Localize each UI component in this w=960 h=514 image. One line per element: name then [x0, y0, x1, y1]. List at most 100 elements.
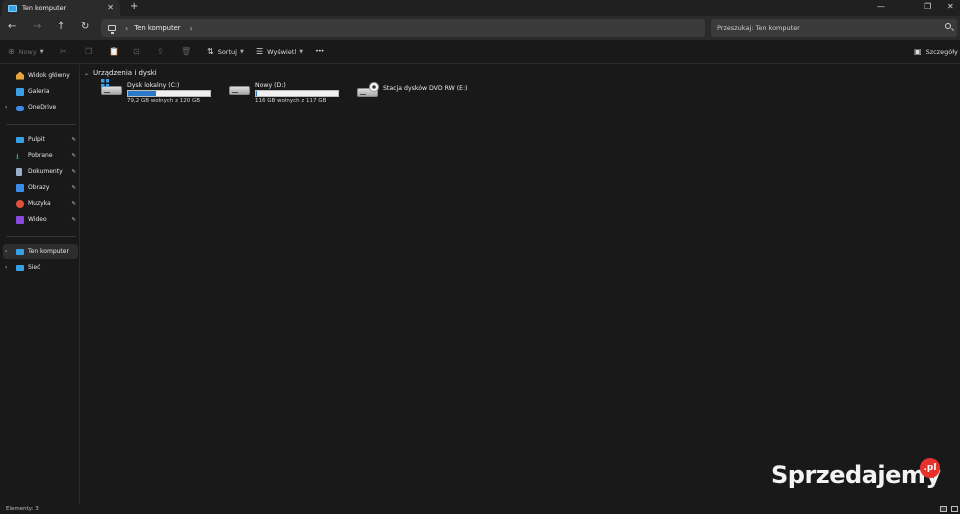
- details-pane-icon: ▣: [914, 47, 922, 56]
- drive-usage-fill: [128, 91, 156, 96]
- details-button[interactable]: ▣ Szczegóły: [914, 47, 958, 56]
- sidebar-item-onedrive[interactable]: › OneDrive: [3, 100, 78, 115]
- item-count: Elementy: 3: [6, 506, 39, 512]
- pin-icon[interactable]: ✎: [71, 201, 76, 207]
- sidebar-item-desktop[interactable]: Pulpit ✎: [3, 132, 78, 147]
- sidebar-item-label: Ten komputer: [28, 248, 69, 255]
- details-view-icon[interactable]: [940, 506, 947, 512]
- pin-icon[interactable]: ✎: [71, 217, 76, 223]
- home-icon: [16, 71, 24, 80]
- pin-icon[interactable]: ✎: [71, 137, 76, 143]
- drive-free-space: 79,2 GB wolnych z 120 GB: [127, 98, 201, 104]
- desktop-icon: [16, 136, 24, 143]
- delete-icon[interactable]: 🗑: [181, 47, 191, 56]
- videos-icon: [16, 215, 24, 224]
- paste-icon[interactable]: 📋: [109, 47, 119, 56]
- forward-button[interactable]: →: [33, 21, 41, 32]
- section-title: Urządzenia i dyski: [93, 69, 157, 77]
- more-options-button[interactable]: •••: [315, 47, 324, 55]
- this-pc-icon: [8, 4, 17, 12]
- sidebar-divider: [6, 124, 76, 125]
- drive-free-space: 116 GB wolnych z 117 GB: [255, 98, 327, 104]
- sidebar-divider: [6, 236, 76, 237]
- chevron-right-icon[interactable]: ›: [125, 24, 128, 33]
- sidebar-item-label: Muzyka: [28, 200, 51, 207]
- sidebar-item-label: Pulpit: [28, 136, 45, 143]
- plus-circle-icon: ⊕: [8, 47, 15, 56]
- minimize-button[interactable]: —: [877, 2, 885, 11]
- dvd-badge: DVD: [363, 99, 372, 103]
- system-drive-icon: [101, 86, 122, 95]
- new-tab-button[interactable]: +: [130, 1, 138, 12]
- chevron-right-icon[interactable]: ›: [5, 248, 7, 255]
- sidebar-item-pictures[interactable]: Obrazy ✎: [3, 180, 78, 195]
- pin-icon[interactable]: ✎: [71, 169, 76, 175]
- new-button[interactable]: ⊕ Nowy ▼: [8, 47, 44, 56]
- drive-name: Stacja dysków DVD RW (E:): [383, 85, 468, 92]
- sidebar-item-music[interactable]: Muzyka ✎: [3, 196, 78, 211]
- sidebar-item-label: Wideo: [28, 216, 47, 223]
- section-header-devices[interactable]: ⌄ Urządzenia i dyski: [84, 69, 157, 77]
- copy-icon[interactable]: ❐: [85, 47, 92, 56]
- view-label: Wyświetl: [267, 47, 297, 56]
- search-icon[interactable]: [945, 23, 951, 29]
- drive-usage-fill: [256, 91, 257, 96]
- sidebar-item-gallery[interactable]: Galeria: [3, 84, 78, 99]
- tiles-view-icon[interactable]: [951, 506, 958, 512]
- refresh-button[interactable]: ↻: [81, 21, 89, 32]
- onedrive-icon: [16, 106, 24, 111]
- view-button[interactable]: ☰ Wyświetl ▼: [256, 47, 303, 56]
- rename-icon[interactable]: ⊡: [133, 47, 140, 56]
- chevron-right-icon[interactable]: ›: [5, 264, 7, 271]
- sidebar-item-documents[interactable]: Dokumenty ✎: [3, 164, 78, 179]
- close-button[interactable]: ✕: [947, 2, 954, 11]
- gallery-icon: [16, 87, 24, 96]
- chevron-right-icon[interactable]: ›: [190, 24, 193, 33]
- drive-name: Dysk lokalny (C:): [127, 82, 180, 89]
- pin-icon[interactable]: ✎: [71, 153, 76, 159]
- sidebar-item-videos[interactable]: Wideo ✎: [3, 212, 78, 227]
- drive-icon: [229, 86, 250, 95]
- back-button[interactable]: ←: [8, 21, 16, 32]
- cut-icon[interactable]: ✂: [60, 47, 67, 56]
- drive-name: Nowy (D:): [255, 82, 286, 89]
- chevron-down-icon[interactable]: ⌄: [84, 70, 89, 77]
- this-pc-icon: [16, 248, 24, 255]
- navigation-bar: ← → ↑ ↻ › Ten komputer › Przeszukaj: Ten…: [0, 16, 960, 40]
- disc-icon: [369, 82, 379, 92]
- tab-label: Ten komputer: [22, 4, 67, 12]
- new-label: Nowy: [18, 47, 37, 56]
- chevron-right-icon[interactable]: ›: [5, 104, 7, 111]
- music-icon: [16, 199, 24, 208]
- sort-button[interactable]: ⇅ Sortuj ▼: [207, 47, 244, 56]
- pin-icon[interactable]: ✎: [71, 185, 76, 191]
- pictures-icon: [16, 183, 24, 192]
- sidebar-item-downloads[interactable]: ⭳ Pobrane ✎: [3, 148, 78, 163]
- drive-d[interactable]: Nowy (D:) 116 GB wolnych z 117 GB: [229, 82, 344, 106]
- search-input[interactable]: Przeszukaj: Ten komputer: [711, 19, 957, 37]
- tab-this-pc[interactable]: Ten komputer ✕: [2, 0, 120, 16]
- sidebar-item-home[interactable]: Widok główny: [3, 68, 78, 83]
- status-bar: Elementy: 3: [0, 504, 960, 514]
- maximize-button[interactable]: ❐: [924, 2, 931, 11]
- share-icon[interactable]: ⇪: [157, 47, 164, 56]
- watermark-badge: .pl: [920, 458, 940, 478]
- sidebar-item-this-pc[interactable]: › Ten komputer: [3, 244, 78, 259]
- address-bar[interactable]: › Ten komputer ›: [101, 19, 705, 37]
- drive-usage-bar: [127, 90, 211, 97]
- up-button[interactable]: ↑: [57, 21, 65, 32]
- sidebar-item-network[interactable]: › Sieć: [3, 260, 78, 275]
- tab-close-icon[interactable]: ✕: [107, 3, 114, 12]
- drive-e[interactable]: DVD Stacja dysków DVD RW (E:): [357, 82, 468, 106]
- sort-label: Sortuj: [217, 47, 237, 56]
- navigation-pane: Widok główny Galeria › OneDrive Pulpit ✎…: [0, 65, 80, 505]
- breadcrumb[interactable]: Ten komputer: [134, 24, 180, 32]
- drive-c[interactable]: Dysk lokalny (C:) 79,2 GB wolnych z 120 …: [101, 79, 216, 106]
- sidebar-item-label: Pobrane: [28, 152, 53, 159]
- watermark-text: Sprzedajemy: [771, 461, 941, 489]
- sort-icon: ⇅: [207, 47, 214, 56]
- this-pc-icon: [108, 25, 116, 34]
- sidebar-item-label: Widok główny: [28, 72, 70, 79]
- search-placeholder: Przeszukaj: Ten komputer: [717, 24, 800, 32]
- sidebar-item-label: Obrazy: [28, 184, 50, 191]
